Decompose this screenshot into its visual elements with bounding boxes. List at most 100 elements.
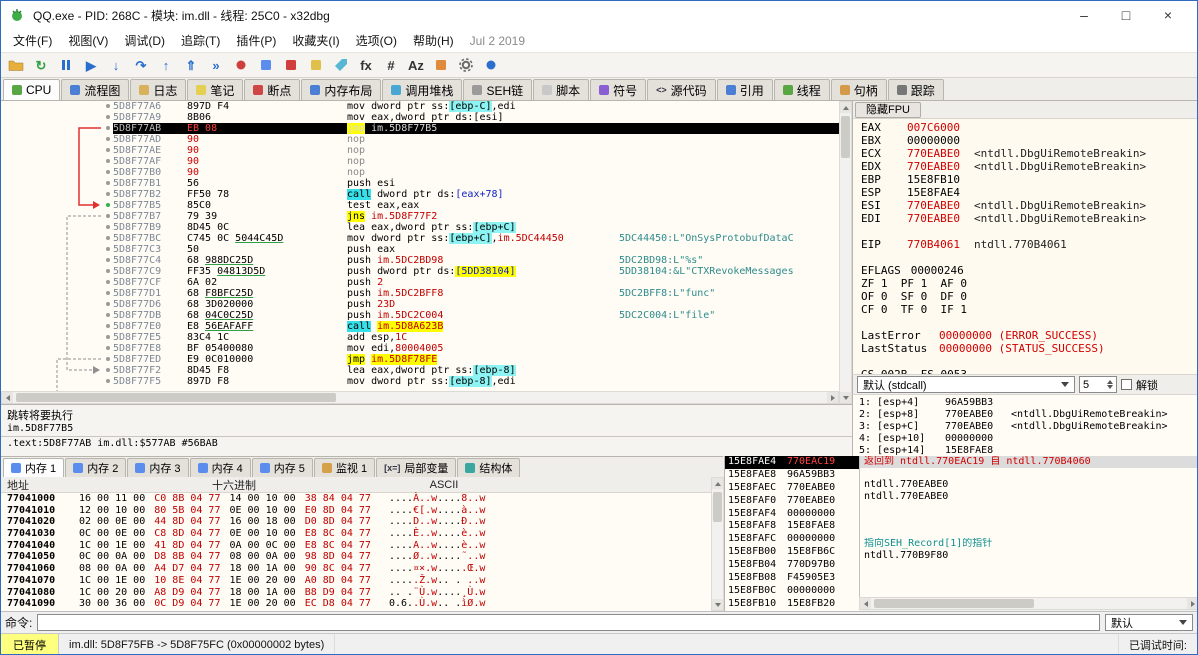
tab-memory-4[interactable]: 内存 4 <box>189 458 251 477</box>
breakpoint-dot[interactable] <box>106 346 110 350</box>
breakpoint-dot[interactable] <box>106 192 110 196</box>
breakpoint-dot[interactable] <box>106 104 110 108</box>
open-file-icon[interactable] <box>5 54 27 76</box>
disasm-row[interactable]: 5D8F77E0 E8 56EAFAFF call im.5D8A623B <box>1 321 839 332</box>
register-row-ebx[interactable]: EBX 00000000 <box>861 134 1197 147</box>
disasm-row[interactable]: 5D8F77C4 68 988DC25D push im.5DC2BD98 5DC2B… <box>1 255 839 266</box>
tab-log[interactable]: 日志 <box>130 79 187 100</box>
stack-comment-row[interactable] <box>860 526 1197 538</box>
stack-comment-row[interactable] <box>860 514 1197 526</box>
memory-map-icon[interactable] <box>255 54 277 76</box>
disasm-row[interactable]: 5D8F77B7 79 39 jns im.5D8F77F2 <box>1 211 839 222</box>
stack-row[interactable]: 15E8FB00 15E8FB6C <box>725 546 859 559</box>
arg-count-stepper[interactable]: 5 <box>1079 376 1117 393</box>
disasm-row[interactable]: 5D8F77A9 8B06 mov eax,dword ptr ds:[esi] <box>1 112 839 123</box>
stack-comment-row[interactable]: ntdll.770EABE0 <box>860 491 1197 503</box>
stack-row[interactable]: 15E8FAE4 770EAC19 <box>725 456 859 469</box>
tab-memory-map[interactable]: 内存布局 <box>301 79 382 100</box>
tab-source[interactable]: <> 源代码 <box>647 79 716 100</box>
disasm-row[interactable]: 5D8F77F2 8D45 F8 lea eax,dword ptr ss:[ebp… <box>1 365 839 376</box>
disasm-row[interactable]: 5D8F77B2 FF50 78 call dword ptr ds:[eax+78… <box>1 189 839 200</box>
register-row-edi[interactable]: EDI 770EABE0 <ntdll.DbgUiRemoteBreakin> <box>861 212 1197 225</box>
maximize-button[interactable]: □ <box>1105 1 1147 29</box>
stack-comment-row[interactable] <box>860 585 1197 597</box>
memory-row[interactable]: 77041060 08 00 0A 00 A4 D7 04 77 18 00 1A 0… <box>1 563 711 575</box>
breakpoint-dot[interactable] <box>106 368 110 372</box>
menu-options[interactable]: 选项(O) <box>348 29 405 52</box>
disasm-row[interactable]: 5D8F77B1 56 push esi <box>1 178 839 189</box>
highlight-icon[interactable] <box>430 54 452 76</box>
calculator-icon[interactable]: # <box>380 54 402 76</box>
register-row[interactable] <box>861 316 1197 329</box>
argument-row[interactable]: 3: [esp+C] 770EABE0 <ntdll.DbgUiRemoteBrea… <box>859 421 1197 433</box>
disasm-vscrollbar[interactable] <box>839 101 852 404</box>
breakpoint-dot[interactable] <box>106 379 110 383</box>
stack-row[interactable]: 15E8FAFC 00000000 <box>725 533 859 546</box>
disasm-row[interactable]: 5D8F77D1 68 F8BFC25D push im.5DC2BFF8 5DC2B… <box>1 288 839 299</box>
tab-graph[interactable]: 流程图 <box>61 79 130 100</box>
breakpoint-dot[interactable] <box>106 137 110 141</box>
stepper-arrows-icon[interactable] <box>1107 380 1113 389</box>
stack-comment-row[interactable] <box>860 573 1197 585</box>
animate-into-icon[interactable]: » <box>205 54 227 76</box>
disasm-row[interactable]: 5D8F77DB 68 04C0C25D push im.5DC2C004 5DC2C… <box>1 310 839 321</box>
breakpoint-dot[interactable] <box>106 181 110 185</box>
breakpoint-dot[interactable] <box>106 159 110 163</box>
breakpoint-dot[interactable] <box>106 313 110 317</box>
tab-notes[interactable]: 笔记 <box>187 79 244 100</box>
menu-favourites[interactable]: 收藏夹(I) <box>284 29 347 52</box>
run-icon[interactable]: ▶ <box>80 54 102 76</box>
register-row[interactable]: OF 0 SF 0 DF 0 <box>861 290 1197 303</box>
tab-watch-1[interactable]: 监视 1 <box>313 458 376 477</box>
breakpoint-dot[interactable] <box>106 324 110 328</box>
tab-script[interactable]: 脚本 <box>533 79 590 100</box>
disasm-row[interactable]: 5D8F77E8 BF 05400080 mov edi,80004005 <box>1 343 839 354</box>
disasm-row[interactable]: 5D8F77B0 90 nop <box>1 167 839 178</box>
disasm-row[interactable]: 5D8F77A6 897D F4 mov dword ptr ss:[ebp-C],… <box>1 101 839 112</box>
register-row[interactable]: ZF 1 PF 1 AF 0 <box>861 277 1197 290</box>
stack-row[interactable]: 15E8FB08 F45905E3 <box>725 572 859 585</box>
argument-row[interactable]: 4: [esp+10] 00000000 <box>859 433 1197 445</box>
memory-row[interactable]: 77041000 16 00 11 00 C0 8B 04 77 14 00 10 0… <box>1 493 711 505</box>
scroll-right-arrow-icon[interactable] <box>1187 598 1197 609</box>
register-row[interactable] <box>861 225 1197 238</box>
breakpoint-dot[interactable] <box>106 148 110 152</box>
disasm-hscrollbar[interactable] <box>1 391 839 404</box>
memory-row[interactable]: 77041070 1C 00 1E 00 10 8E 04 77 1E 00 20 0… <box>1 575 711 587</box>
register-row-laststatus[interactable]: LastStatus 00000000 (STATUS_SUCCESS) <box>861 342 1197 355</box>
stack-row[interactable]: 15E8FB10 15E8FB20 <box>725 598 859 611</box>
scroll-down-arrow-icon[interactable] <box>840 392 851 403</box>
command-profile-select[interactable]: 默认 <box>1105 614 1193 631</box>
stack-info-hscroll-thumb[interactable] <box>874 599 1034 608</box>
help-icon[interactable] <box>480 54 502 76</box>
disasm-row[interactable]: 5D8F77ED E9 0C010000 jmp im.5D8F78FE <box>1 354 839 365</box>
menu-trace[interactable]: 追踪(T) <box>173 29 228 52</box>
breakpoint-dot[interactable] <box>106 247 110 251</box>
scroll-left-arrow-icon[interactable] <box>860 598 871 609</box>
breakpoint-dot[interactable] <box>106 214 110 218</box>
step-over-icon[interactable]: ↷ <box>130 54 152 76</box>
breakpoint-dot[interactable] <box>106 280 110 284</box>
disasm-row[interactable]: 5D8F77AE 90 nop <box>1 145 839 156</box>
close-button[interactable]: × <box>1147 1 1189 29</box>
stack-comment-row[interactable] <box>860 503 1197 515</box>
disasm-row[interactable]: 5D8F77D6 68 3D020000 push 23D <box>1 299 839 310</box>
tab-breakpoints[interactable]: 断点 <box>244 79 301 100</box>
step-out-icon[interactable]: ↑ <box>155 54 177 76</box>
step-into-icon[interactable]: ↓ <box>105 54 127 76</box>
memory-row[interactable]: 77041090 30 00 36 00 0C D9 04 77 1E 00 20 0… <box>1 598 711 610</box>
stack-comment-row[interactable]: 指向SEH_Record[1]的指针 <box>860 538 1197 550</box>
register-row-lasterror[interactable]: LastError 00000000 (ERROR_SUCCESS) <box>861 329 1197 342</box>
breakpoint-dot[interactable] <box>106 269 110 273</box>
breakpoint-dot[interactable] <box>106 302 110 306</box>
tab-symbols[interactable]: 符号 <box>590 79 647 100</box>
stack-comment-row[interactable]: ntdll.770B9F80 <box>860 550 1197 562</box>
menu-plugins[interactable]: 插件(P) <box>228 29 284 52</box>
comments-icon[interactable] <box>305 54 327 76</box>
tab-call-stack[interactable]: 调用堆栈 <box>382 79 463 100</box>
memory-vscrollbar[interactable] <box>711 477 724 611</box>
disasm-row[interactable]: 5D8F77C3 50 push eax <box>1 244 839 255</box>
scroll-left-arrow-icon[interactable] <box>2 392 13 403</box>
register-row[interactable]: CF 0 TF 0 IF 1 <box>861 303 1197 316</box>
scroll-up-arrow-icon[interactable] <box>840 102 851 113</box>
